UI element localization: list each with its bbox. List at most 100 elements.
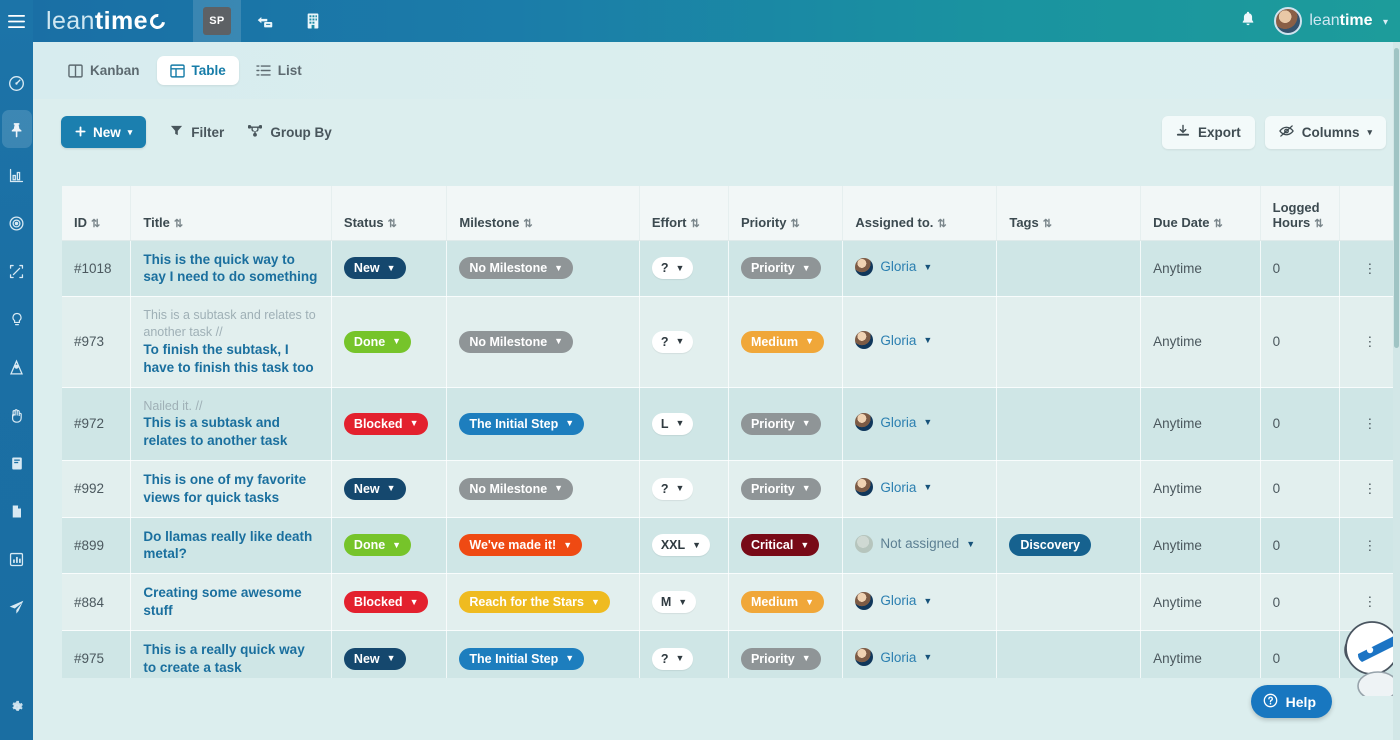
- col-header-milestone[interactable]: Milestone⇅: [447, 186, 639, 240]
- cell-logged-hours[interactable]: 0: [1260, 461, 1339, 518]
- table-row[interactable]: #899Do llamas really like death metal?Do…: [62, 517, 1400, 574]
- research-icon[interactable]: [2, 348, 32, 386]
- priority-dropdown[interactable]: Critical▼: [741, 534, 819, 556]
- status-dropdown[interactable]: Blocked▼: [344, 413, 429, 435]
- task-title-link[interactable]: This is one of my favorite views for qui…: [143, 471, 319, 507]
- effort-dropdown[interactable]: XXL▼: [652, 534, 710, 556]
- priority-dropdown[interactable]: Medium▼: [741, 591, 824, 613]
- col-header-status[interactable]: Status⇅: [331, 186, 446, 240]
- table-row[interactable]: #1018This is the quick way to say I need…: [62, 240, 1400, 297]
- assignee-selector[interactable]: Gloria▼: [855, 413, 932, 431]
- cell-due-date[interactable]: Anytime: [1141, 297, 1261, 387]
- milestone-dropdown[interactable]: Reach for the Stars▼: [459, 591, 610, 613]
- assignee-selector[interactable]: Not assigned▼: [855, 535, 975, 553]
- priority-dropdown[interactable]: Priority▼: [741, 257, 821, 279]
- row-actions-menu[interactable]: ⋮: [1339, 387, 1400, 461]
- dashboard-icon[interactable]: [2, 64, 32, 102]
- status-dropdown[interactable]: New▼: [344, 478, 406, 500]
- send-icon[interactable]: [2, 588, 32, 626]
- cell-logged-hours[interactable]: 0: [1260, 517, 1339, 574]
- avatar[interactable]: [1274, 7, 1302, 35]
- effort-dropdown[interactable]: M▼: [652, 591, 696, 613]
- col-header-assigned[interactable]: Assigned to.⇅: [843, 186, 997, 240]
- table-row[interactable]: #972Nailed it. //This is a subtask and r…: [62, 387, 1400, 461]
- col-header-priority[interactable]: Priority⇅: [728, 186, 842, 240]
- new-button[interactable]: New ▾: [61, 116, 146, 148]
- task-title-link[interactable]: This is a really quick way to create a t…: [143, 641, 319, 677]
- user-menu[interactable]: leantime ▾: [1309, 12, 1388, 30]
- milestone-dropdown[interactable]: No Milestone▼: [459, 478, 573, 500]
- cell-logged-hours[interactable]: 0: [1260, 240, 1339, 297]
- cell-due-date[interactable]: Anytime: [1141, 630, 1261, 678]
- cell-due-date[interactable]: Anytime: [1141, 240, 1261, 297]
- table-row[interactable]: #992This is one of my favorite views for…: [62, 461, 1400, 518]
- col-header-effort[interactable]: Effort⇅: [639, 186, 728, 240]
- cell-due-date[interactable]: Anytime: [1141, 574, 1261, 631]
- milestone-dropdown[interactable]: The Initial Step▼: [459, 648, 584, 670]
- col-header-tags[interactable]: Tags⇅: [997, 186, 1141, 240]
- cell-due-date[interactable]: Anytime: [1141, 387, 1261, 461]
- effort-dropdown[interactable]: ?▼: [652, 257, 694, 279]
- tab-kanban[interactable]: Kanban: [55, 56, 153, 85]
- hand-icon[interactable]: [2, 396, 32, 434]
- pin-icon[interactable]: [2, 110, 32, 148]
- tag-badge[interactable]: Discovery: [1009, 534, 1091, 556]
- swap-project-icon[interactable]: [241, 0, 289, 42]
- chart-icon[interactable]: [2, 540, 32, 578]
- document-icon[interactable]: [2, 492, 32, 530]
- status-dropdown[interactable]: New▼: [344, 648, 406, 670]
- filter-button[interactable]: Filter: [158, 116, 236, 148]
- priority-dropdown[interactable]: Medium▼: [741, 331, 824, 353]
- goals-icon[interactable]: [2, 204, 32, 242]
- reports-icon[interactable]: [2, 156, 32, 194]
- app-logo[interactable]: leantime: [46, 7, 165, 36]
- assignee-selector[interactable]: Gloria▼: [855, 478, 932, 496]
- cell-due-date[interactable]: Anytime: [1141, 461, 1261, 518]
- cell-logged-hours[interactable]: 0: [1260, 387, 1339, 461]
- task-title-link[interactable]: This is a subtask and relates to another…: [143, 414, 319, 450]
- company-icon[interactable]: [289, 0, 337, 42]
- notification-bell-icon[interactable]: [1240, 10, 1256, 32]
- menu-icon[interactable]: [0, 0, 33, 42]
- priority-dropdown[interactable]: Priority▼: [741, 413, 821, 435]
- status-dropdown[interactable]: Done▼: [344, 331, 411, 353]
- ideas-board-icon[interactable]: [2, 252, 32, 290]
- task-title-link[interactable]: To finish the subtask, I have to finish …: [143, 341, 319, 377]
- table-row[interactable]: #975This is a really quick way to create…: [62, 630, 1400, 678]
- cell-logged-hours[interactable]: 0: [1260, 297, 1339, 387]
- row-actions-menu[interactable]: ⋮: [1339, 240, 1400, 297]
- columns-button[interactable]: Columns ▾: [1265, 116, 1386, 149]
- project-switcher[interactable]: SP: [193, 0, 241, 42]
- effort-dropdown[interactable]: ?▼: [652, 648, 694, 670]
- status-dropdown[interactable]: Blocked▼: [344, 591, 429, 613]
- milestone-dropdown[interactable]: The Initial Step▼: [459, 413, 584, 435]
- cell-due-date[interactable]: Anytime: [1141, 517, 1261, 574]
- milestone-dropdown[interactable]: No Milestone▼: [459, 257, 573, 279]
- milestone-dropdown[interactable]: No Milestone▼: [459, 331, 573, 353]
- table-row[interactable]: #973This is a subtask and relates to ano…: [62, 297, 1400, 387]
- tab-list[interactable]: List: [243, 56, 315, 85]
- assignee-selector[interactable]: Gloria▼: [855, 648, 932, 666]
- chat-bot-avatar[interactable]: [1320, 610, 1400, 696]
- effort-dropdown[interactable]: ?▼: [652, 478, 694, 500]
- settings-gear-icon[interactable]: [2, 688, 32, 726]
- col-header-logged-hours[interactable]: Logged Hours⇅: [1260, 186, 1339, 240]
- assignee-selector[interactable]: Gloria▼: [855, 331, 932, 349]
- status-dropdown[interactable]: Done▼: [344, 534, 411, 556]
- vertical-scrollbar-thumb[interactable]: [1394, 48, 1399, 348]
- status-dropdown[interactable]: New▼: [344, 257, 406, 279]
- book-icon[interactable]: [2, 444, 32, 482]
- row-actions-menu[interactable]: ⋮: [1339, 517, 1400, 574]
- tab-table[interactable]: Table: [157, 56, 239, 85]
- col-header-id[interactable]: ID⇅: [62, 186, 131, 240]
- task-title-link[interactable]: This is the quick way to say I need to d…: [143, 251, 319, 287]
- assignee-selector[interactable]: Gloria▼: [855, 258, 932, 276]
- table-row[interactable]: #884Creating some awesome stuffBlocked▼R…: [62, 574, 1400, 631]
- task-title-link[interactable]: Do llamas really like death metal?: [143, 528, 319, 564]
- effort-dropdown[interactable]: L▼: [652, 413, 694, 435]
- group-by-button[interactable]: Group By: [236, 116, 344, 148]
- lightbulb-icon[interactable]: [2, 300, 32, 338]
- col-header-due-date[interactable]: Due Date⇅: [1141, 186, 1261, 240]
- priority-dropdown[interactable]: Priority▼: [741, 648, 821, 670]
- assignee-selector[interactable]: Gloria▼: [855, 592, 932, 610]
